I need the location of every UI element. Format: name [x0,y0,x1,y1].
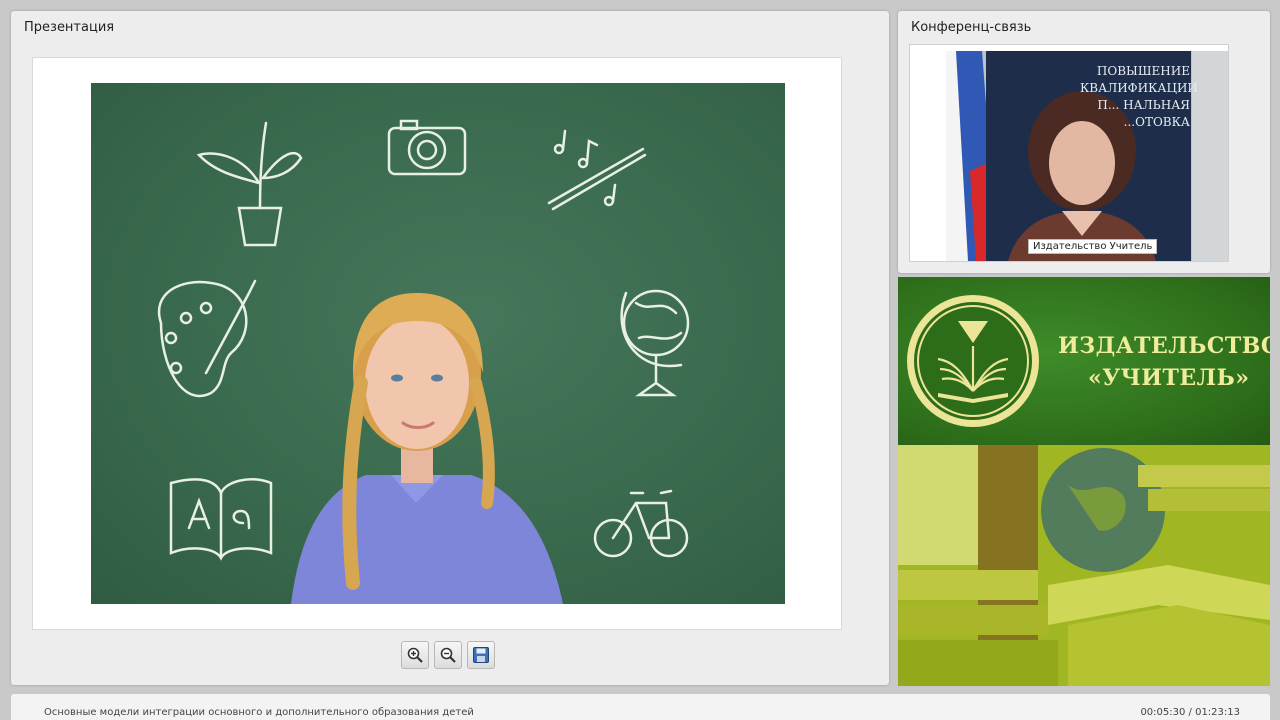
webinar-title: Основные модели интеграции основного и д… [44,707,474,718]
zoom-out-button[interactable] [434,641,462,669]
zoom-in-icon [407,647,423,663]
publisher-logo [907,295,1039,427]
zoom-out-icon [440,647,456,663]
speaker-name-tag: Издательство Учитель [1028,239,1158,254]
backdrop-line: ПОВЫШЕНИЕ [1096,64,1190,78]
slide-canvas [32,57,842,630]
backdrop-line: КВАЛИФИКАЦИИ [1080,81,1198,95]
slide-toolbar [401,641,495,669]
publisher-banner: ИЗДАТЕЛЬСТВО «УЧИТЕЛЬ» [898,277,1270,686]
brand-line-1: ИЗДАТЕЛЬСТВО [1058,333,1270,359]
backdrop-line: ...ОТОВКА [1123,115,1190,129]
presentation-panel: Презентация [11,11,889,685]
zoom-in-button[interactable] [401,641,429,669]
backdrop-line: П... НАЛЬНАЯ [1097,98,1190,112]
conference-panel: Конференц-связь ПОВЫШЕНИЕ КВАЛИФИКАЦИИ П… [898,11,1270,273]
books-illustration [898,445,1270,686]
banner-header: ИЗДАТЕЛЬСТВО «УЧИТЕЛЬ» [898,277,1270,445]
slide-image [91,83,785,604]
brand-line-2: «УЧИТЕЛЬ» [1088,365,1250,391]
banner-books-image [898,445,1270,686]
presentation-title: Презентация [24,20,115,35]
save-icon [473,647,489,663]
conference-title: Конференц-связь [911,20,1032,35]
footer-bar: Основные модели интеграции основного и д… [11,694,1270,720]
chalk-illustration [157,119,690,604]
playback-time: 00:05:30 / 01:23:13 [1140,707,1240,718]
speaker-video: ПОВЫШЕНИЕ КВАЛИФИКАЦИИ П... НАЛЬНАЯ ...О… [946,51,1228,261]
save-button[interactable] [467,641,495,669]
backdrop-text: ПОВЫШЕНИЕ КВАЛИФИКАЦИИ П... НАЛЬНАЯ ...О… [1080,63,1198,131]
video-frame: ПОВЫШЕНИЕ КВАЛИФИКАЦИИ П... НАЛЬНАЯ ...О… [909,44,1229,262]
